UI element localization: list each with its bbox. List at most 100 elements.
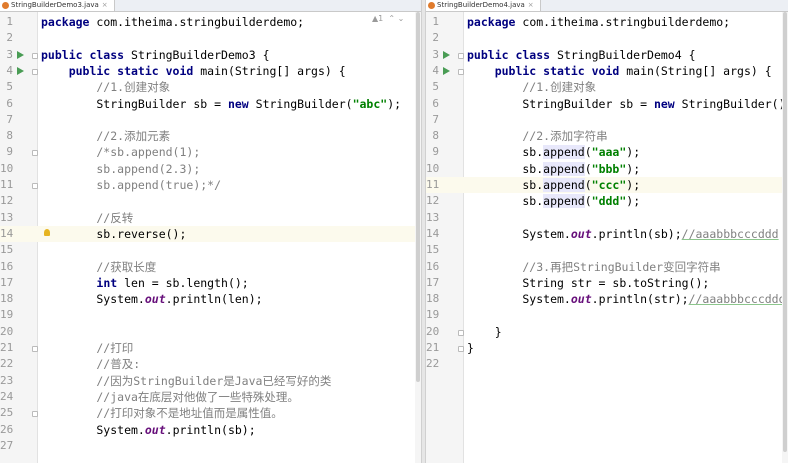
- code-line[interactable]: 25 //打印对象不是地址值而是属性值。: [0, 405, 421, 421]
- line-code: //2.添加字符串: [467, 128, 607, 144]
- code-line[interactable]: 4 public static void main(String[] args)…: [426, 63, 788, 79]
- code-line[interactable]: 6 StringBuilder sb = new StringBuilder()…: [426, 96, 788, 112]
- line-code: }: [467, 340, 474, 356]
- code-line[interactable]: 14 System.out.println(sb);//aaabbbcccddd: [426, 226, 788, 242]
- code-line[interactable]: 10 sb.append(2.3);: [0, 161, 421, 177]
- scrollbar-thumb[interactable]: [416, 12, 420, 382]
- code-line[interactable]: 2: [426, 30, 788, 46]
- code-token: public class: [467, 47, 558, 62]
- code-line[interactable]: 3 public class StringBuilderDemo3 {: [0, 47, 421, 63]
- code-line[interactable]: 2: [0, 30, 421, 46]
- code-line[interactable]: 4 public static void main(String[] args)…: [0, 63, 421, 79]
- code-area[interactable]: 1 package com.itheima.stringbuilderdemo; 2…: [426, 12, 788, 463]
- close-icon[interactable]: ×: [528, 1, 534, 9]
- code-line[interactable]: 15: [0, 242, 421, 258]
- code-line[interactable]: 21}: [426, 340, 788, 356]
- code-line[interactable]: 24 //java在底层对他做了一些特殊处理。: [0, 389, 421, 405]
- line-number: 11: [0, 178, 14, 191]
- code-line[interactable]: 10 sb.append("bbb");: [426, 161, 788, 177]
- code-line[interactable]: 22: [426, 356, 788, 372]
- code-line[interactable]: 7: [0, 112, 421, 128]
- fold-icon[interactable]: [32, 411, 38, 418]
- run-icon[interactable]: [443, 50, 450, 59]
- line-code: sb.append(2.3);: [41, 161, 200, 177]
- run-icon[interactable]: [17, 50, 24, 59]
- code-line[interactable]: 8 //2.添加元素: [0, 128, 421, 144]
- line-code: //因为StringBuilder是Java已经写好的类: [41, 373, 331, 389]
- code-line[interactable]: 20: [0, 324, 421, 340]
- code-line[interactable]: 6 StringBuilder sb = new StringBuilder("…: [0, 96, 421, 112]
- code-line[interactable]: 22 //普及:: [0, 356, 421, 372]
- code-area[interactable]: 1 package com.itheima.stringbuilderdemo; 2…: [0, 12, 421, 463]
- code-token: "abc": [352, 96, 388, 111]
- code-line[interactable]: 9 sb.append("aaa");: [426, 144, 788, 160]
- line-number: 15: [0, 243, 14, 257]
- code-token: (: [584, 145, 592, 160]
- code-line[interactable]: 13: [426, 210, 788, 226]
- fold-icon[interactable]: [458, 68, 464, 75]
- fold-icon[interactable]: [32, 52, 38, 59]
- code-line[interactable]: 3 public class StringBuilderDemo4 {: [426, 47, 788, 63]
- code-line[interactable]: 18 System.out.println(str);//aaabbbcccdd…: [426, 291, 788, 307]
- vertical-scrollbar[interactable]: [782, 12, 788, 463]
- line-number: 7: [432, 112, 439, 126]
- code-line[interactable]: 8 //2.添加字符串: [426, 128, 788, 144]
- code-line[interactable]: 20 }: [426, 324, 788, 340]
- code-line[interactable]: 26 System.out.println(sb);: [0, 422, 421, 438]
- code-line[interactable]: 18 System.out.println(len);: [0, 291, 421, 307]
- code-token: "ddd": [591, 194, 627, 209]
- code-line[interactable]: 27: [0, 438, 421, 454]
- code-token: //2.添加元素: [41, 129, 171, 144]
- line-code: sb.reverse();: [41, 226, 186, 242]
- code-line[interactable]: 9 /*sb.append(1);: [0, 144, 421, 160]
- code-line[interactable]: 23 //因为StringBuilder是Java已经写好的类: [0, 373, 421, 389]
- code-line[interactable]: 7: [426, 112, 788, 128]
- code-line[interactable]: 15: [426, 242, 788, 258]
- fold-icon[interactable]: [32, 68, 38, 75]
- line-number: 24: [0, 389, 14, 403]
- code-line[interactable]: 14 sb.reverse();: [0, 225, 421, 243]
- code-line[interactable]: 17 int len = sb.length();: [0, 275, 421, 291]
- line-number: 9: [432, 145, 439, 159]
- fold-icon[interactable]: [32, 346, 38, 352]
- scrollbar-thumb[interactable]: [783, 12, 787, 452]
- code-line[interactable]: 1 package com.itheima.stringbuilderdemo;: [0, 14, 421, 30]
- code-line[interactable]: 19: [426, 307, 788, 323]
- code-line[interactable]: 5 //1.创建对象: [426, 79, 788, 95]
- fold-icon[interactable]: [458, 329, 464, 336]
- code-line[interactable]: 1 package com.itheima.stringbuilderdemo;: [426, 14, 788, 30]
- code-token: len = sb.length();: [124, 275, 249, 290]
- code-line[interactable]: 12 sb.append("ddd");: [426, 193, 788, 209]
- code-line[interactable]: 16 //3.再把StringBuilder变回字符串: [426, 259, 788, 275]
- code-line[interactable]: 17 String str = sb.toString();: [426, 275, 788, 291]
- code-token: //aaabbbcccddd: [688, 292, 786, 307]
- code-line[interactable]: 12: [0, 193, 421, 209]
- tab-stringbuilderdemo4[interactable]: StringBuilderDemo4.java ×: [426, 0, 541, 11]
- line-code: package com.itheima.stringbuilderdemo;: [467, 14, 730, 30]
- code-line[interactable]: 11 sb.append(true);*/: [0, 177, 421, 193]
- code-line[interactable]: 21 //打印: [0, 340, 421, 356]
- tab-stringbuilderdemo3[interactable]: StringBuilderDemo3.java ×: [0, 0, 115, 11]
- code-token: System.: [41, 292, 145, 307]
- fold-icon[interactable]: [458, 346, 464, 352]
- right-editor-pane[interactable]: StringBuilderDemo4.java × 1 package com.it…: [426, 0, 788, 463]
- code-line[interactable]: 16 //获取长度: [0, 259, 421, 275]
- code-line[interactable]: 19: [0, 307, 421, 323]
- code-line[interactable]: 11 sb.append("ccc");: [426, 177, 788, 194]
- code-line[interactable]: 13 //反转: [0, 210, 421, 226]
- fold-icon[interactable]: [32, 183, 38, 189]
- left-editor-pane[interactable]: StringBuilderDemo3.java × ▲1 ⌃ ⌄ 1 package…: [0, 0, 421, 463]
- fold-icon[interactable]: [458, 52, 464, 59]
- line-number: 3: [6, 47, 13, 61]
- code-token: sb.append(true);*/: [41, 178, 222, 192]
- line-number: 26: [0, 422, 14, 436]
- code-token: out: [570, 292, 592, 307]
- line-number: 2: [432, 31, 439, 45]
- code-line[interactable]: 5 //1.创建对象: [0, 79, 421, 95]
- code-token: "ccc": [591, 178, 627, 192]
- run-icon[interactable]: [443, 66, 450, 75]
- fold-icon[interactable]: [32, 150, 38, 157]
- run-icon[interactable]: [17, 66, 24, 75]
- line-code: /*sb.append(1);: [41, 144, 200, 160]
- close-icon[interactable]: ×: [102, 1, 108, 9]
